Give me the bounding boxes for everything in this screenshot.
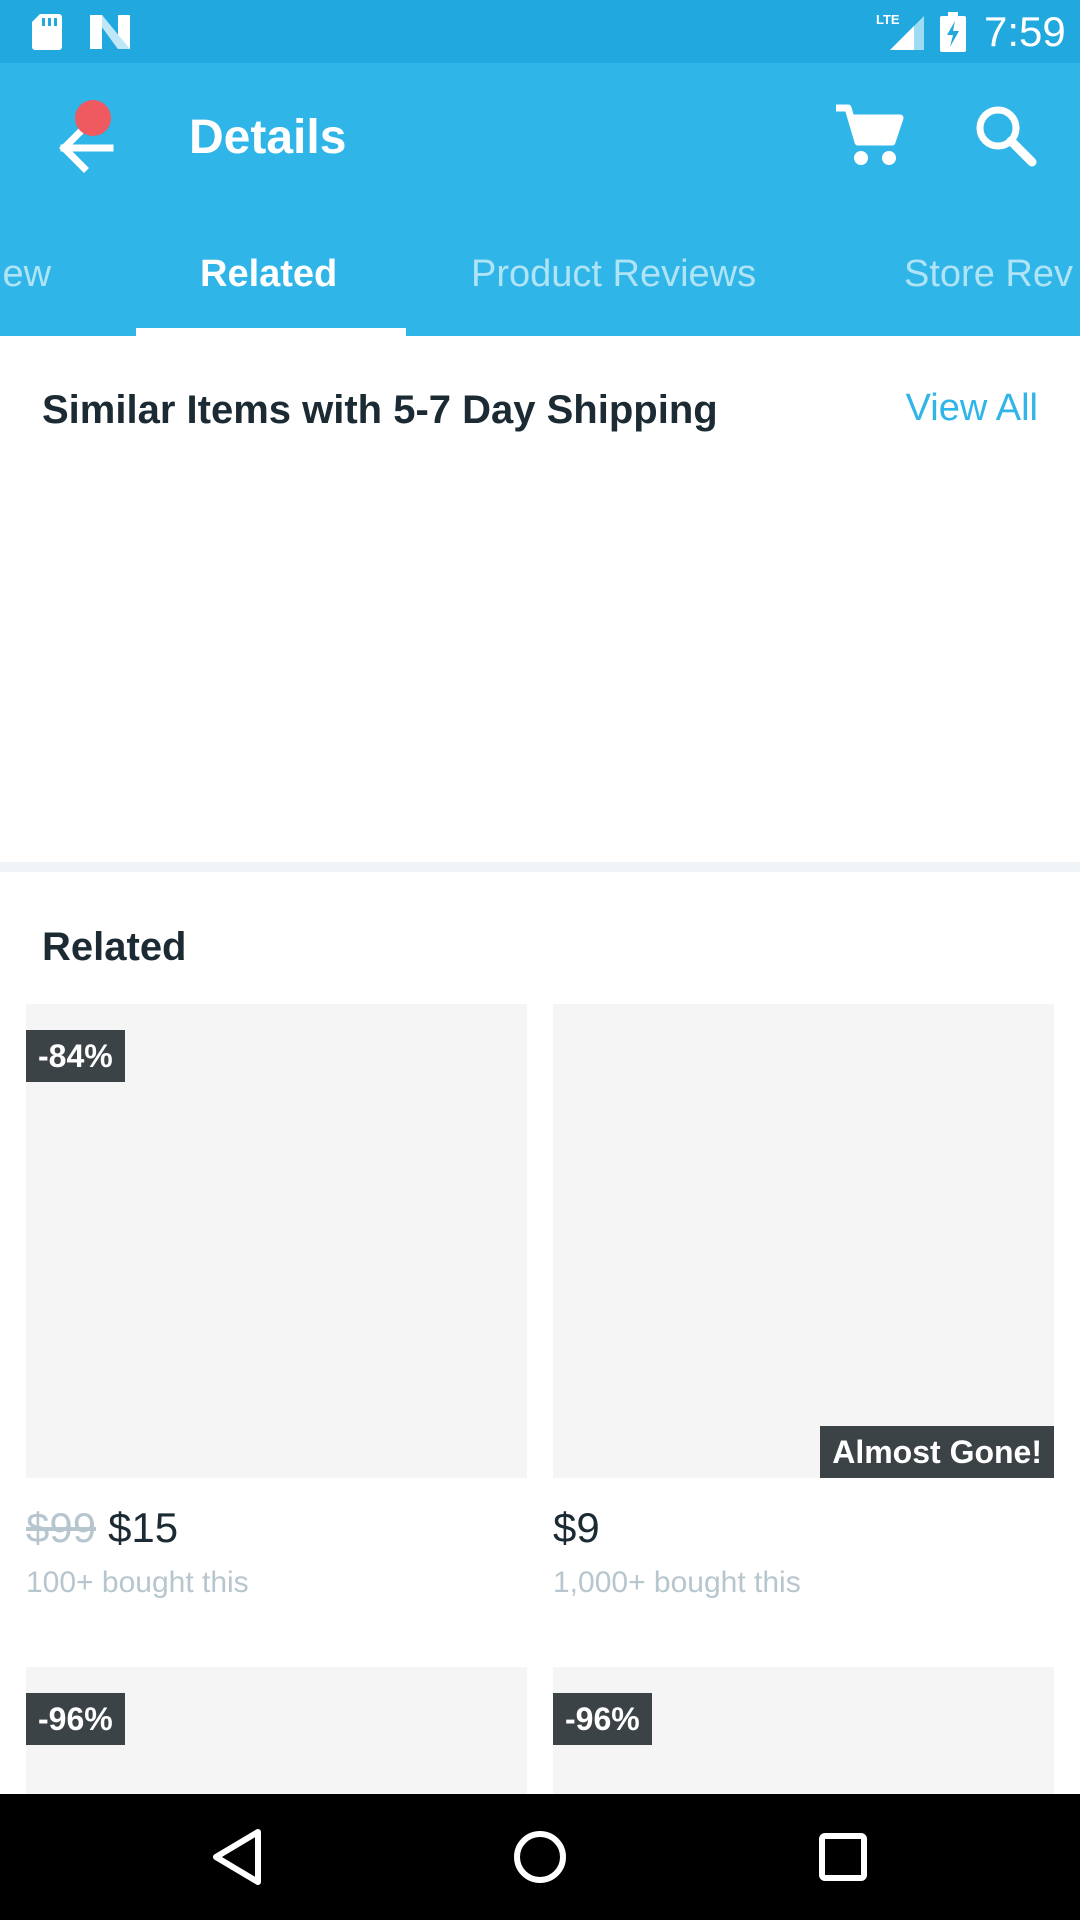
original-price: $99 <box>26 1504 97 1551</box>
discount-badge: -96% <box>553 1693 652 1745</box>
navigation-bar <box>0 1794 1080 1920</box>
product-card-image[interactable]: -84% <box>26 1004 527 1478</box>
section-divider <box>0 862 1080 872</box>
search-icon[interactable] <box>970 100 1040 172</box>
battery-icon <box>940 12 966 52</box>
tab-related[interactable]: Related <box>200 244 337 336</box>
tab-overview[interactable]: iew <box>0 244 51 336</box>
bought-count: 1,000+ bought this <box>553 1566 801 1599</box>
status-time: 7:59 <box>984 8 1066 55</box>
sd-card-icon <box>32 14 62 50</box>
discount-badge: -96% <box>26 1693 125 1745</box>
tab-bar: iew Related Product Reviews Store Rev <box>0 244 1080 336</box>
product-price-row[interactable]: $9 <box>553 1502 600 1554</box>
almost-gone-badge: Almost Gone! <box>820 1426 1054 1478</box>
tab-product-reviews[interactable]: Product Reviews <box>471 244 756 336</box>
discount-badge: -84% <box>26 1030 125 1082</box>
product-price-row[interactable]: $99 $15 <box>26 1502 178 1554</box>
sale-price: $9 <box>553 1504 600 1551</box>
related-section-title: Related <box>42 925 187 969</box>
bought-count: 100+ bought this <box>26 1566 249 1599</box>
app-bar: Details iew Related Product Reviews Stor… <box>0 63 1080 336</box>
page-title: Details <box>189 111 347 164</box>
product-card-image[interactable]: Almost Gone! <box>553 1004 1054 1478</box>
sale-price: $15 <box>108 1504 179 1551</box>
similar-items-title: Similar Items with 5-7 Day Shipping <box>42 388 718 432</box>
notification-dot <box>75 100 111 136</box>
status-bar: LTE 7:59 <box>0 0 1080 63</box>
svg-text:LTE: LTE <box>876 12 900 27</box>
cart-icon[interactable] <box>832 100 904 172</box>
view-all-link[interactable]: View All <box>906 383 1038 433</box>
nav-home-icon[interactable] <box>505 1822 575 1892</box>
n-logo-icon <box>90 15 130 49</box>
tab-indicator <box>136 328 406 336</box>
tab-store-reviews[interactable]: Store Rev <box>904 244 1073 336</box>
nav-back-icon[interactable] <box>202 1822 272 1892</box>
lte-signal-icon: LTE <box>876 12 924 50</box>
nav-recents-icon[interactable] <box>808 1822 878 1892</box>
